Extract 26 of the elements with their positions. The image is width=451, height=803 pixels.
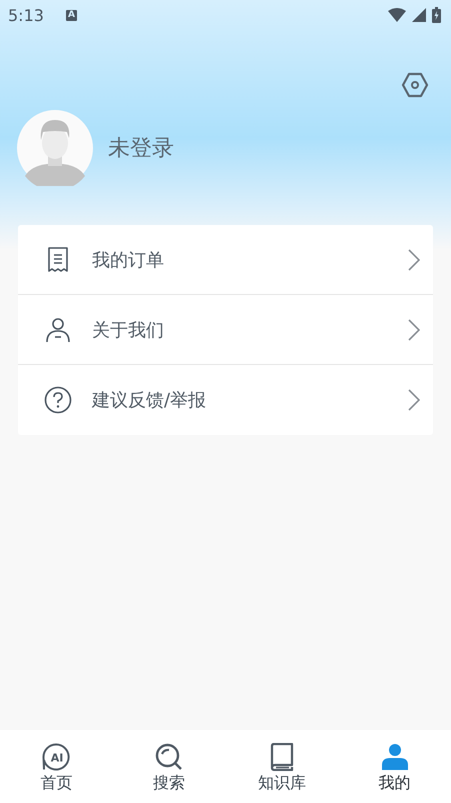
tab[interactable]: 搜索 xyxy=(112,730,226,803)
menu-item[interactable]: 关于我们 xyxy=(18,295,433,365)
help-icon xyxy=(44,386,72,414)
search-icon xyxy=(155,743,184,771)
wifi-icon xyxy=(388,8,406,22)
login-status[interactable]: 未登录 xyxy=(108,133,174,163)
menu-item[interactable]: 我的订单 xyxy=(18,225,433,295)
menu-item[interactable]: 建议反馈/举报 xyxy=(18,365,433,435)
menu-label: 关于我们 xyxy=(92,318,165,342)
menu-label: 建议反馈/举报 xyxy=(92,389,208,412)
settings-icon[interactable] xyxy=(401,72,429,98)
person-icon xyxy=(44,316,72,342)
chevron-right-icon xyxy=(408,318,420,340)
status-time: 5:13 xyxy=(8,6,44,24)
tab[interactable]: AI 首页 xyxy=(0,730,113,803)
ai-chat-icon: AI xyxy=(42,743,70,771)
book-icon xyxy=(268,743,295,771)
signal-icon xyxy=(412,8,426,22)
chevron-right-icon xyxy=(408,248,420,270)
tab[interactable]: 我的 xyxy=(338,730,451,803)
tab[interactable]: 知识库 xyxy=(226,730,338,803)
chevron-right-icon xyxy=(408,389,420,411)
battery-icon xyxy=(432,7,441,23)
menu-label: 我的订单 xyxy=(92,248,165,272)
keyboard-notification-icon: A xyxy=(66,10,77,20)
person-icon xyxy=(380,743,409,771)
